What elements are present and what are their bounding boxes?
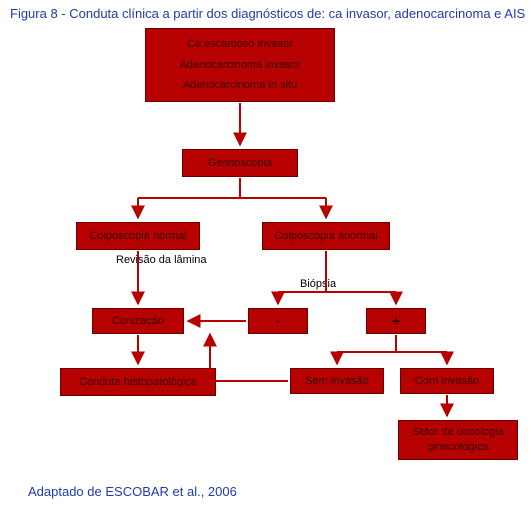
node-diagnostics: Ca escamoso invasor Adenocarcinoma invas… [145,28,335,102]
node-biopsy-negative: - [248,308,308,334]
node-colposcopia-normal: Colposcopia normal [76,222,200,250]
node-conduta-histopatologica: Conduta histopatológica [60,368,216,396]
label-revisao-lamina: Revisão da lâmina [116,254,207,266]
node-genitoscopia: Genitoscopia [182,149,298,177]
node-sem-invasao: Sem invasão [290,368,384,394]
label-biopsia: Biópsia [300,278,336,290]
node-biopsy-positive: + [366,308,426,334]
figure-title: Figura 8 - Conduta clínica a partir dos … [10,6,525,21]
diag-line-3: Adenocarcinoma in situ [183,78,297,93]
node-com-invasao: Com invasão [400,368,494,394]
node-colposcopia-anormal: Colposcopia anormal [262,222,390,250]
diag-line-1: Ca escamoso invasor [187,37,293,52]
node-oncologia-ginecologica: Setor de oncologia ginecológica [398,420,518,460]
node-conizacao: Conização [92,308,184,334]
figure-footer: Adaptado de ESCOBAR et al., 2006 [28,484,237,499]
diag-line-2: Adenocarcinoma invasor [179,58,300,73]
